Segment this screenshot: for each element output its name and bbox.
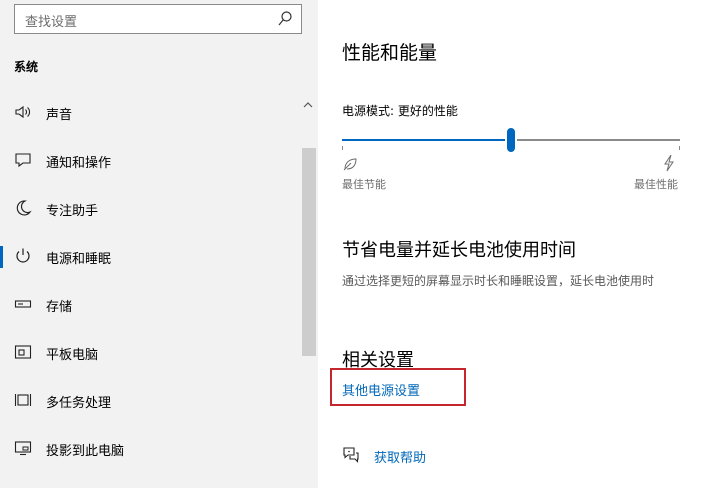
power-mode-label: 电源模式: 更好的性能 [342,104,458,118]
notification-icon [15,153,31,168]
search-placeholder[interactable]: 查找设置 [25,11,77,30]
battery-section-description: 通过选择更短的屏幕显示时长和睡眠设置，延长电池使用时 [342,274,655,288]
sidebar-item-power-sleep[interactable]: 电源和睡眠 [0,236,300,276]
battery-section-title: 节省电量并延长电池使用时间 [342,240,576,261]
power-mode-slider[interactable] [342,126,680,154]
sidebar-item-project[interactable]: 投影到此电脑 [0,428,300,468]
slider-rail-filled [342,139,505,141]
slider-thumb[interactable] [507,128,515,152]
additional-power-settings-link[interactable]: 其他电源设置 [342,380,420,399]
sidebar-item-sound[interactable]: 声音 [0,92,300,132]
slider-tick-min [342,146,343,150]
moon-icon [16,200,32,216]
sidebar-item-label: 平板电脑 [46,348,99,363]
sidebar-item-multitasking[interactable]: 多任务处理 [0,380,300,420]
sidebar-item-label: 电源和睡眠 [46,252,112,267]
lightning-icon [664,154,674,172]
active-indicator [0,246,3,268]
scrollbar-thumb[interactable] [302,148,316,356]
leaf-icon [343,158,357,171]
sidebar-item-label: 通知和操作 [46,156,112,171]
sidebar: 查找设置 系统 声音 通知和操作 专注助手 电源和睡眠 存储 平板电脑 多任务处… [0,0,318,488]
slider-min-label: 最佳节能 [342,178,386,191]
sidebar-item-tablet[interactable]: 平板电脑 [0,332,300,372]
storage-icon [14,300,32,308]
search-box[interactable]: 查找设置 [14,4,302,34]
sidebar-item-label: 多任务处理 [46,396,112,411]
content-pane: 性能和能量 电源模式: 更好的性能 最佳节能 最佳性能 节省电量并延长电池使用时… [318,0,704,488]
project-icon [14,441,32,456]
sidebar-item-label: 声音 [46,108,73,123]
slider-max-label: 最佳性能 [634,178,678,191]
tablet-icon [14,345,32,359]
sidebar-item-storage[interactable]: 存储 [0,284,300,324]
sidebar-item-focus-assist[interactable]: 专注助手 [0,188,300,228]
speaker-icon [15,105,30,119]
slider-tick-max [679,146,680,150]
sidebar-item-label: 存储 [46,300,73,315]
multitask-icon [14,394,32,406]
sidebar-item-label: 专注助手 [46,204,99,219]
get-help-link[interactable]: 获取帮助 [374,447,426,466]
sidebar-item-label: 投影到此电脑 [46,444,125,459]
slider-rail [517,139,680,141]
help-chat-icon[interactable] [342,446,360,464]
sidebar-item-notifications[interactable]: 通知和操作 [0,140,300,180]
section-title-system: 系统 [14,60,39,74]
page-title: 性能和能量 [342,42,438,64]
power-icon [16,248,30,263]
search-icon[interactable] [277,10,293,28]
